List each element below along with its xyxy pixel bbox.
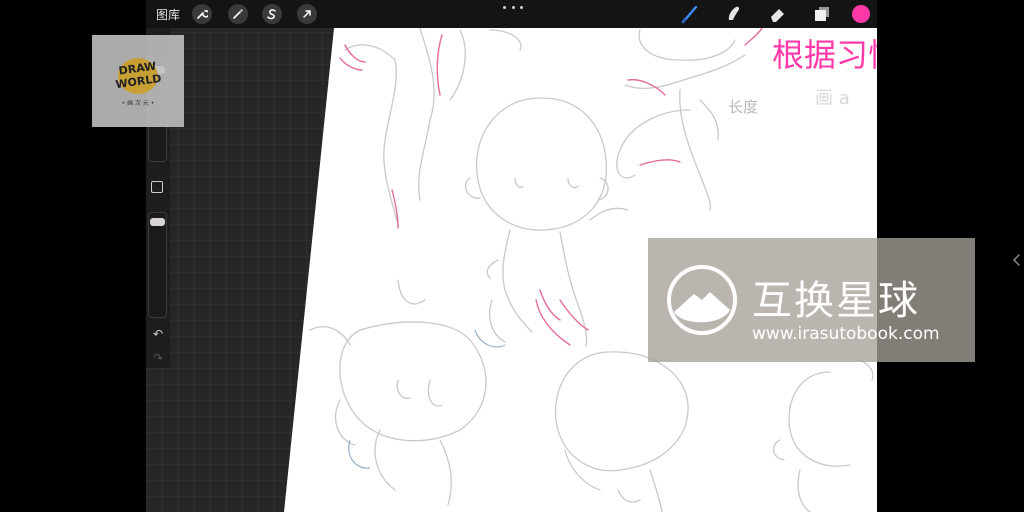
watermark-banner: 互换星球 www.irasutobook.com bbox=[648, 238, 975, 362]
watermark-title: 互换星球 bbox=[752, 278, 920, 324]
eraser-tool-button[interactable] bbox=[766, 4, 790, 24]
selection-s-icon bbox=[267, 9, 276, 20]
modify-button[interactable] bbox=[151, 181, 163, 193]
brush-pen-icon bbox=[681, 5, 698, 24]
adjustments-button[interactable] bbox=[228, 4, 248, 24]
more-options-dots[interactable] bbox=[503, 3, 523, 11]
mountain-logo-icon bbox=[667, 265, 737, 335]
opacity-slider[interactable] bbox=[148, 212, 167, 318]
layers-button[interactable] bbox=[810, 4, 834, 24]
draw-world-logo: DRAW WORLD • 画 次 元 • bbox=[92, 35, 184, 127]
brush-tool-button[interactable] bbox=[678, 4, 702, 24]
logo-graphic: DRAW WORLD • 画 次 元 • bbox=[115, 58, 162, 107]
undo-button[interactable]: ↶ bbox=[148, 326, 168, 342]
actions-button[interactable] bbox=[192, 4, 212, 24]
transform-button[interactable] bbox=[297, 4, 317, 24]
chevron-left-icon[interactable] bbox=[1010, 252, 1024, 268]
procreate-app: 根据习惯 长度 画 a 图库 bbox=[0, 0, 1024, 512]
selection-button[interactable] bbox=[262, 4, 282, 24]
gallery-button[interactable]: 图库 bbox=[156, 4, 180, 24]
arrow-cursor-icon bbox=[303, 10, 311, 18]
top-toolbar: 图库 bbox=[146, 0, 877, 28]
smudge-tool-button[interactable] bbox=[722, 4, 746, 24]
magic-wand-icon bbox=[233, 9, 243, 19]
wrench-icon bbox=[197, 10, 208, 19]
opacity-thumb[interactable] bbox=[150, 218, 165, 226]
watermark-url: www.irasutobook.com bbox=[752, 324, 940, 344]
logo-tagline: • 画 次 元 • bbox=[122, 99, 155, 107]
layers-icon bbox=[815, 7, 829, 21]
redo-icon: ↷ bbox=[152, 351, 164, 365]
eraser-icon bbox=[771, 9, 784, 22]
redo-button[interactable]: ↷ bbox=[148, 350, 168, 366]
annotation-side: 长度 bbox=[728, 98, 758, 116]
annotation-main: 根据习惯 bbox=[772, 36, 877, 74]
undo-icon: ↶ bbox=[152, 327, 164, 341]
color-swatch-button[interactable] bbox=[852, 5, 870, 23]
smudge-finger-icon bbox=[728, 6, 740, 20]
annotation-faint: 画 a bbox=[815, 88, 850, 109]
